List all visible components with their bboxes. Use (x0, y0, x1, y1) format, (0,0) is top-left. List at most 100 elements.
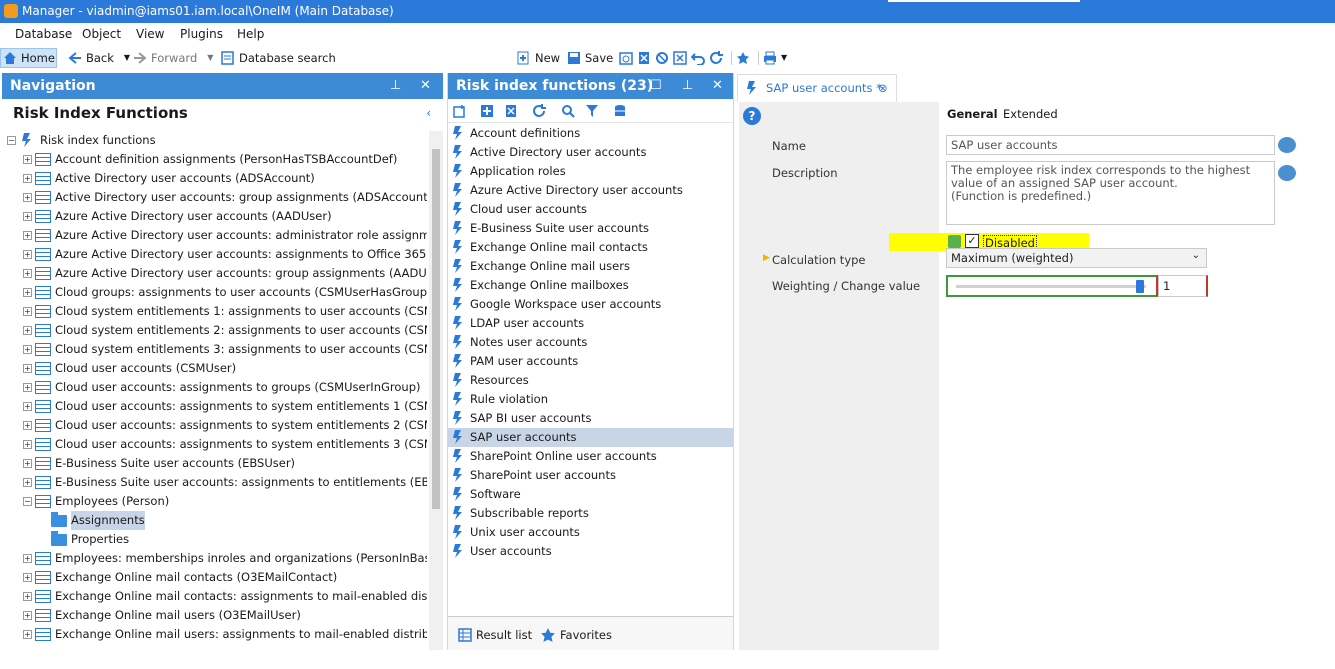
tree-item[interactable]: + Cloud user accounts (CSMUser) (2, 359, 427, 378)
tree-expand-icon[interactable]: + (23, 459, 32, 468)
home-button[interactable]: Home (0, 48, 57, 68)
risk-function-item[interactable]: Notes user accounts (448, 333, 733, 352)
editor-tab[interactable]: SAP user accounts * ⊗ (737, 74, 897, 102)
tab-general[interactable]: General (947, 107, 998, 121)
risk-function-item[interactable]: Exchange Online mail users (448, 257, 733, 276)
save-button[interactable]: Save (567, 50, 613, 66)
risk-function-item[interactable]: Resources (448, 371, 733, 390)
tree-item[interactable]: + Cloud system entitlements 1: assignment… (2, 302, 427, 321)
tree-expand-icon[interactable]: + (23, 402, 32, 411)
database-search-button[interactable]: Database search (221, 50, 336, 66)
new-object-icon[interactable] (480, 104, 494, 118)
undo-icon[interactable] (691, 51, 705, 65)
tree-expand-icon[interactable]: + (23, 193, 32, 202)
menu-view[interactable]: View (136, 27, 164, 41)
tree-expand-icon[interactable]: + (23, 611, 32, 620)
tree-expand-icon[interactable]: + (23, 630, 32, 639)
risk-function-item[interactable]: SAP user accounts (448, 428, 733, 447)
tree-item[interactable]: + Exchange Online mail users (O3EMailUser… (2, 606, 427, 625)
tree-expand-icon[interactable]: + (23, 440, 32, 449)
tree-expand-icon[interactable]: + (23, 269, 32, 278)
add-icon[interactable] (453, 104, 467, 118)
tree-item[interactable]: + Azure Active Directory user accounts: a… (2, 245, 427, 264)
multilanguage-icon[interactable] (1278, 165, 1296, 181)
menu-object[interactable]: Object (82, 27, 121, 41)
tree-expand-icon[interactable]: + (23, 421, 32, 430)
print-dropdown-icon[interactable]: ▼ (781, 50, 787, 66)
risk-function-item[interactable]: Subscribable reports (448, 504, 733, 523)
tree-expand-icon[interactable]: + (23, 250, 32, 259)
tree-expand-icon[interactable]: + (23, 478, 32, 487)
close-tab-icon[interactable]: ⊗ (878, 75, 888, 101)
tree-root[interactable]: − Risk index functions (2, 131, 427, 150)
tab-extended[interactable]: Extended (1003, 107, 1058, 121)
database-icon[interactable] (613, 104, 627, 118)
risk-function-item[interactable]: Unix user accounts (448, 523, 733, 542)
favorites-tab[interactable]: Favorites (540, 627, 612, 643)
tree-item[interactable]: + Active Directory user accounts (ADSAcco… (2, 169, 427, 188)
tree-item[interactable]: − Employees (Person) (2, 492, 427, 511)
risk-function-item[interactable]: E-Business Suite user accounts (448, 219, 733, 238)
pin-icon[interactable]: ⊥ (682, 73, 693, 99)
multilanguage-icon[interactable] (1278, 137, 1296, 153)
risk-function-item[interactable]: Google Workspace user accounts (448, 295, 733, 314)
tree-item[interactable]: Assignments (2, 511, 427, 530)
tree-expand-icon[interactable]: + (23, 155, 32, 164)
risk-function-item[interactable]: Exchange Online mailboxes (448, 276, 733, 295)
tree-expand-icon[interactable]: + (23, 573, 32, 582)
search-icon[interactable] (561, 104, 575, 118)
risk-function-item[interactable]: User accounts (448, 542, 733, 561)
tree-expand-icon[interactable]: + (23, 307, 32, 316)
refresh-icon[interactable] (532, 104, 546, 118)
tree-item[interactable]: + Azure Active Directory user accounts: g… (2, 264, 427, 283)
refresh-icon[interactable] (709, 51, 723, 65)
tree-expand-icon[interactable]: + (23, 326, 32, 335)
tree-collapse-icon[interactable]: − (7, 136, 16, 145)
calculation-type-select[interactable]: Maximum (weighted) ⌄ (946, 248, 1207, 268)
tree-item[interactable]: + Cloud user accounts: assignments to sys… (2, 416, 427, 435)
result-list-tab[interactable]: Result list (458, 627, 532, 643)
tree-item[interactable]: + Exchange Online mail contacts (O3EMailC… (2, 568, 427, 587)
tree-item[interactable]: + Cloud system entitlements 3: assignment… (2, 340, 427, 359)
close-icon[interactable]: ✕ (712, 73, 723, 99)
tree-collapse-icon[interactable]: − (23, 497, 32, 506)
tree-expand-icon[interactable]: + (23, 345, 32, 354)
tree-item[interactable]: Properties (2, 530, 427, 549)
weighting-value-field[interactable]: 1 (1158, 275, 1208, 297)
tree-item[interactable]: + Cloud user accounts: assignments to gro… (2, 378, 427, 397)
risk-function-item[interactable]: Account definitions (448, 124, 733, 143)
risk-function-item[interactable]: Exchange Online mail contacts (448, 238, 733, 257)
tree-item[interactable]: + Cloud groups: assignments to user accou… (2, 283, 427, 302)
tree-item[interactable]: + Account definition assignments (PersonH… (2, 150, 427, 169)
tree-item[interactable]: + Azure Active Directory user accounts (A… (2, 207, 427, 226)
tree-item[interactable]: + Azure Active Directory user accounts: a… (2, 226, 427, 245)
tree-expand-icon[interactable]: + (23, 364, 32, 373)
risk-function-item[interactable]: Active Directory user accounts (448, 143, 733, 162)
tree-item[interactable]: + Employees: memberships inroles and orga… (2, 549, 427, 568)
print-icon[interactable] (763, 51, 777, 65)
menu-database[interactable]: Database (15, 27, 72, 41)
risk-function-item[interactable]: Application roles (448, 162, 733, 181)
menu-plugins[interactable]: Plugins (180, 27, 223, 41)
tree-item[interactable]: + Cloud system entitlements 2: assignment… (2, 321, 427, 340)
collapse-left-icon[interactable]: ‹ (426, 99, 431, 127)
tree-expand-icon[interactable]: + (23, 212, 32, 221)
tree-expand-icon[interactable]: + (23, 231, 32, 240)
risk-function-item[interactable]: SharePoint Online user accounts (448, 447, 733, 466)
disabled-checkbox[interactable]: ✓ (965, 234, 979, 248)
slider-thumb[interactable] (1136, 280, 1144, 293)
pin-icon[interactable]: ⊥ (390, 73, 401, 99)
maximize-icon[interactable]: ☐ (650, 73, 662, 99)
title-search-box[interactable] (888, 0, 1080, 2)
risk-function-item[interactable]: SAP BI user accounts (448, 409, 733, 428)
close-icon[interactable]: ✕ (420, 73, 431, 99)
risk-function-item[interactable]: Azure Active Directory user accounts (448, 181, 733, 200)
tree-item[interactable]: + Exchange Online mail users: assignments… (2, 625, 427, 644)
tree-expand-icon[interactable]: + (23, 383, 32, 392)
favorite-star-icon[interactable] (736, 51, 750, 65)
history-icon[interactable] (619, 51, 633, 65)
cancel-icon[interactable] (673, 51, 687, 65)
risk-function-item[interactable]: Rule violation (448, 390, 733, 409)
back-button[interactable]: Back ▼ (68, 50, 130, 66)
tree-expand-icon[interactable]: + (23, 174, 32, 183)
